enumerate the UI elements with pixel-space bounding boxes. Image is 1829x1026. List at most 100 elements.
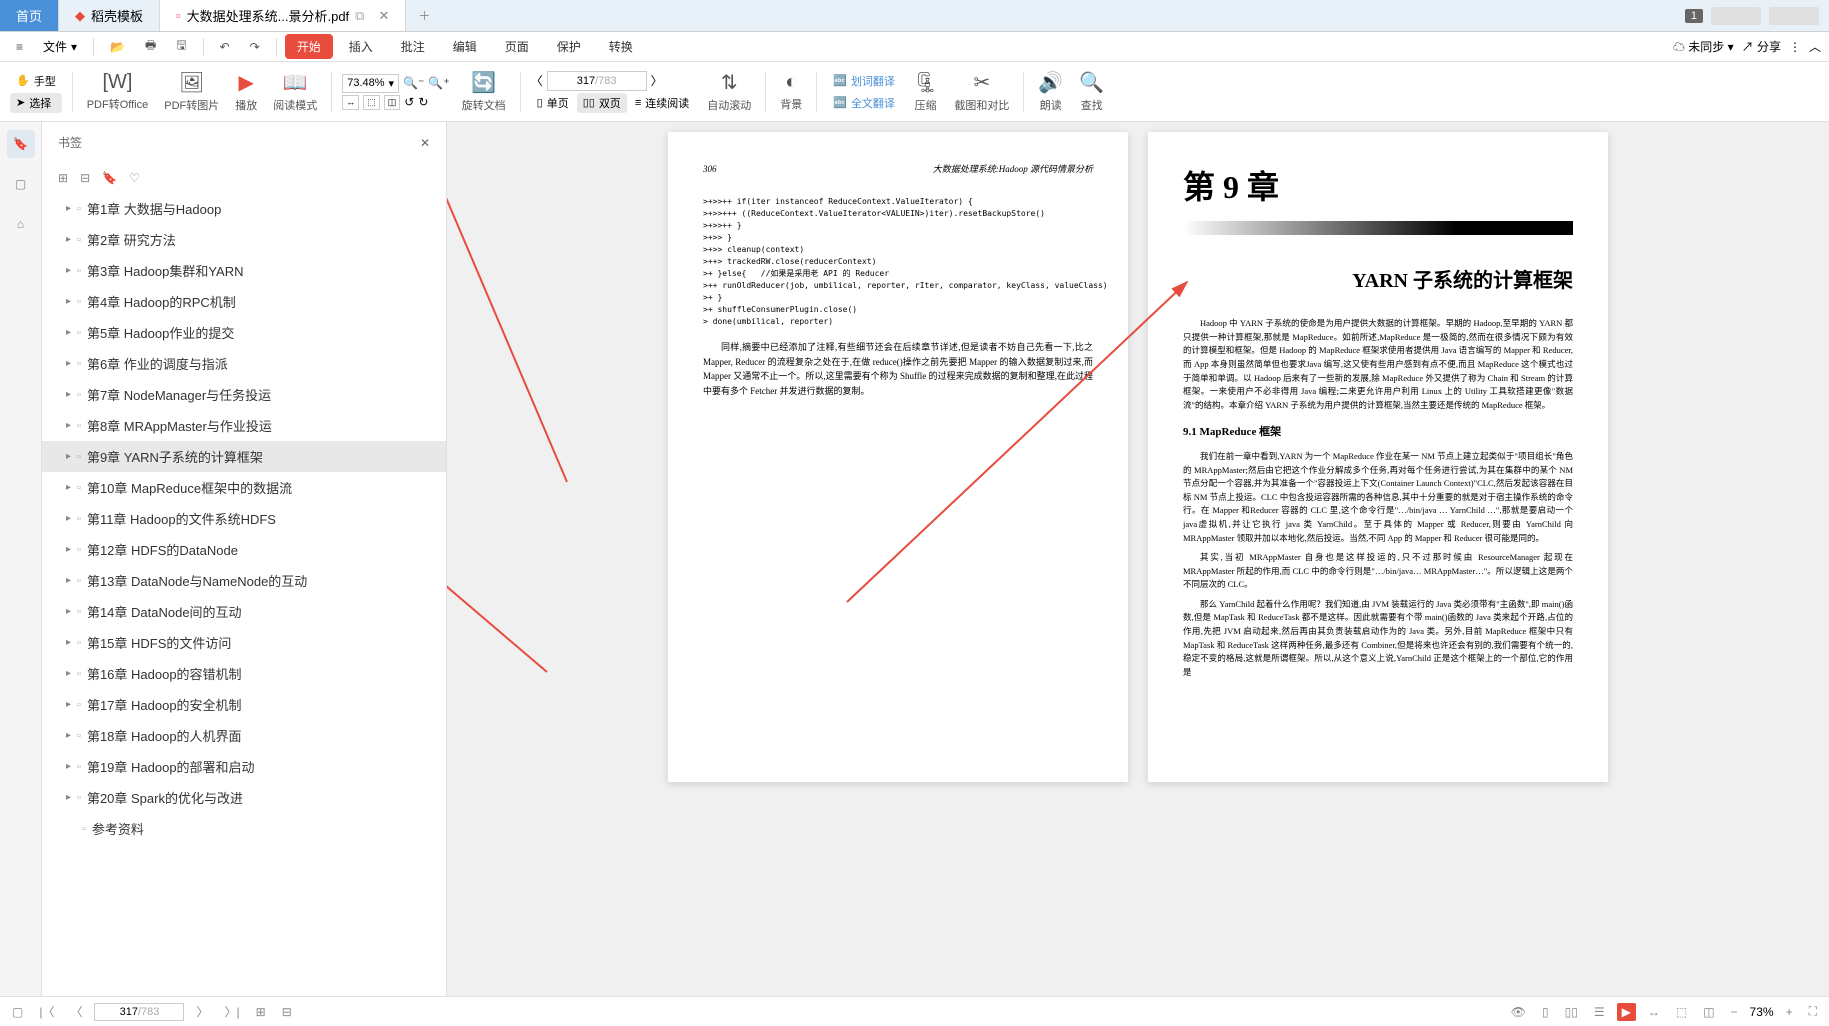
hand-tool[interactable]: ✋ 手型 <box>10 71 62 91</box>
bookmark-item[interactable]: ▸▫第14章 DataNode间的互动 <box>42 596 446 627</box>
bookmark-item[interactable]: ▸▫第5章 Hadoop作业的提交 <box>42 317 446 348</box>
menu-annotate[interactable]: 批注 <box>389 34 437 59</box>
next-page-icon[interactable]: 〉 <box>192 1001 212 1022</box>
undo-icon[interactable]: ↶ <box>212 36 238 58</box>
bookmark-item[interactable]: ▸▫第10章 MapReduce框架中的数据流 <box>42 472 446 503</box>
add-box-icon[interactable]: ⊞ <box>252 1003 270 1021</box>
bookmark-item[interactable]: ▸▫第17章 Hadoop的安全机制 <box>42 689 446 720</box>
zoom-in-icon[interactable]: 🔍⁺ <box>428 76 449 90</box>
bookmark-item[interactable]: ▸▫第8章 MRAppMaster与作业投运 <box>42 410 446 441</box>
next-page-icon[interactable]: 〉 <box>651 72 663 89</box>
bookmark-item[interactable]: ▸▫第11章 Hadoop的文件系统HDFS <box>42 503 446 534</box>
bookmark-item[interactable]: ▸▫第1章 大数据与Hadoop <box>42 193 446 224</box>
thumbnail-rail-icon[interactable]: ▢ <box>7 170 35 198</box>
zoom-display[interactable]: 73.48% ▾ <box>342 74 399 93</box>
compress[interactable]: 🗜压缩 <box>907 66 944 117</box>
tab-home[interactable]: 首页 <box>0 0 59 31</box>
find[interactable]: 🔍查找 <box>1073 66 1110 117</box>
bookmark-item[interactable]: ▸▫第19章 Hadoop的部署和启动 <box>42 751 446 782</box>
bookmark-outline-icon[interactable]: ♡ <box>129 171 140 185</box>
status-page-input[interactable]: 317/783 <box>94 1003 184 1021</box>
bookmark-add-icon[interactable]: 🔖 <box>102 171 117 185</box>
word-translate[interactable]: 🔤 划词翻译 <box>827 71 901 91</box>
pdf-to-image[interactable]: 🖼PDF转图片 <box>158 66 225 117</box>
menu-edit[interactable]: 编辑 <box>441 34 489 59</box>
tab-daoke[interactable]: ◆ 稻壳模板 <box>59 0 160 31</box>
bookmark-item[interactable]: ▸▫第13章 DataNode与NameNode的互动 <box>42 565 446 596</box>
hamburger-icon[interactable]: ≡ <box>8 36 31 58</box>
bookmark-item[interactable]: ▸▫第6章 作业的调度与指派 <box>42 348 446 379</box>
menu-insert[interactable]: 插入 <box>337 34 385 59</box>
open-folder-icon[interactable]: 📂 <box>102 36 133 58</box>
single-page-button[interactable]: ▯ 单页 <box>531 93 575 113</box>
bookmark-item[interactable]: ▫参考资料 <box>42 813 446 844</box>
prev-page-icon[interactable]: 〈 <box>531 72 543 89</box>
zoom-out-icon[interactable]: 🔍⁻ <box>403 76 424 90</box>
bookmark-item[interactable]: ▸▫第3章 Hadoop集群和YARN <box>42 255 446 286</box>
zoom-out-status-icon[interactable]: − <box>1727 1003 1742 1021</box>
fit-width-icon[interactable]: ↔ <box>342 95 359 110</box>
read-mode[interactable]: 📖阅读模式 <box>267 66 323 117</box>
bookmark-item[interactable]: ▸▫第12章 HDFS的DataNode <box>42 534 446 565</box>
view-continuous-icon[interactable]: ☰ <box>1590 1003 1609 1021</box>
print-icon[interactable]: 🖶 <box>137 32 164 61</box>
double-page-button[interactable]: ▯▯ 双页 <box>577 93 627 113</box>
collapse-all-icon[interactable]: ⊟ <box>80 171 90 185</box>
bookmark-rail-icon[interactable]: 🔖 <box>7 130 35 158</box>
home-rail-icon[interactable]: ⌂ <box>7 210 35 238</box>
fit-page-icon[interactable]: ⬚ <box>363 95 380 110</box>
bookmark-item[interactable]: ▸▫第2章 研究方法 <box>42 224 446 255</box>
save-icon[interactable]: 🖫 <box>168 32 194 61</box>
zoom-status[interactable]: 73% <box>1750 1005 1774 1019</box>
last-page-icon[interactable]: 〉| <box>221 1001 244 1022</box>
sidebar-close-icon[interactable]: ✕ <box>420 136 430 150</box>
tab-detach-icon[interactable]: ⧉ <box>355 8 364 24</box>
menu-page[interactable]: 页面 <box>493 34 541 59</box>
bookmark-item[interactable]: ▸▫第20章 Spark的优化与改进 <box>42 782 446 813</box>
fit-3-icon[interactable]: ◫ <box>1699 1003 1718 1021</box>
fit-2-icon[interactable]: ⬚ <box>1672 1003 1691 1021</box>
read-aloud[interactable]: 🔊朗读 <box>1032 66 1069 117</box>
full-translate[interactable]: 🔤 全文翻译 <box>827 93 901 113</box>
select-tool[interactable]: ➤ 选择 <box>10 93 62 113</box>
first-page-icon[interactable]: |〈 <box>35 1001 58 1022</box>
auto-scroll[interactable]: ⇅自动滚动 <box>701 66 757 117</box>
menu-start[interactable]: 开始 <box>285 34 333 59</box>
play-status-icon[interactable]: ▶ <box>1617 1003 1636 1021</box>
continuous-button[interactable]: ≡ 连续阅读 <box>629 93 695 113</box>
notification-badge[interactable]: 1 <box>1685 9 1703 23</box>
play-button[interactable]: ▶播放 <box>229 66 263 117</box>
bookmark-item[interactable]: ▸▫第7章 NodeManager与任务投运 <box>42 379 446 410</box>
rotate-left-icon[interactable]: ↺ <box>404 95 414 110</box>
rotate-doc[interactable]: 🔄旋转文档 <box>456 66 512 117</box>
fit-1-icon[interactable]: ↔ <box>1644 1003 1664 1021</box>
tab-add-button[interactable]: ＋ <box>406 0 442 31</box>
screenshot-compare[interactable]: ✂截图和对比 <box>948 66 1015 117</box>
share-button[interactable]: ↗ 分享 <box>1742 38 1781 55</box>
fullscreen-icon[interactable]: ⛶ <box>1805 1002 1821 1021</box>
prev-page-icon[interactable]: 〈 <box>66 1001 86 1022</box>
background[interactable]: ◐背景 <box>774 67 808 116</box>
bookmark-item[interactable]: ▸▫第4章 Hadoop的RPC机制 <box>42 286 446 317</box>
redo-icon[interactable]: ↷ <box>242 36 268 58</box>
tab-active-document[interactable]: ▫ 大数据处理系统...景分析.pdf ⧉ ✕ <box>160 0 406 31</box>
bookmark-item[interactable]: ▸▫第9章 YARN子系统的计算框架 <box>42 441 446 472</box>
menu-convert[interactable]: 转换 <box>597 34 645 59</box>
pdf-to-office[interactable]: [W]PDF转Office <box>81 67 155 116</box>
sidebar-toggle-icon[interactable]: ▢ <box>8 1003 27 1021</box>
rotate-right-icon[interactable]: ↻ <box>418 95 428 110</box>
sync-status[interactable]: ☁ 未同步 ▾ <box>1673 38 1734 55</box>
view-single-icon[interactable]: ▯ <box>1538 1003 1553 1021</box>
bookmark-item[interactable]: ▸▫第16章 Hadoop的容错机制 <box>42 658 446 689</box>
page-input[interactable]: 317/783 <box>547 71 647 91</box>
bookmark-item[interactable]: ▸▫第18章 Hadoop的人机界面 <box>42 720 446 751</box>
file-menu[interactable]: 文件 ▾ <box>35 34 85 59</box>
zoom-in-status-icon[interactable]: + <box>1782 1003 1797 1021</box>
menu-protect[interactable]: 保护 <box>545 34 593 59</box>
document-viewport[interactable]: 306 大数据处理系统:Hadoop 源代码情景分析 >+>>++ if(ite… <box>447 122 1829 996</box>
view-double-icon[interactable]: ▯▯ <box>1561 1003 1582 1021</box>
tab-close-icon[interactable]: ✕ <box>378 8 389 24</box>
fit-icon-3[interactable]: ◫ <box>384 95 401 110</box>
chevron-up-icon[interactable]: ︿ <box>1809 38 1821 55</box>
more-icon[interactable]: ⋮ <box>1789 40 1801 54</box>
